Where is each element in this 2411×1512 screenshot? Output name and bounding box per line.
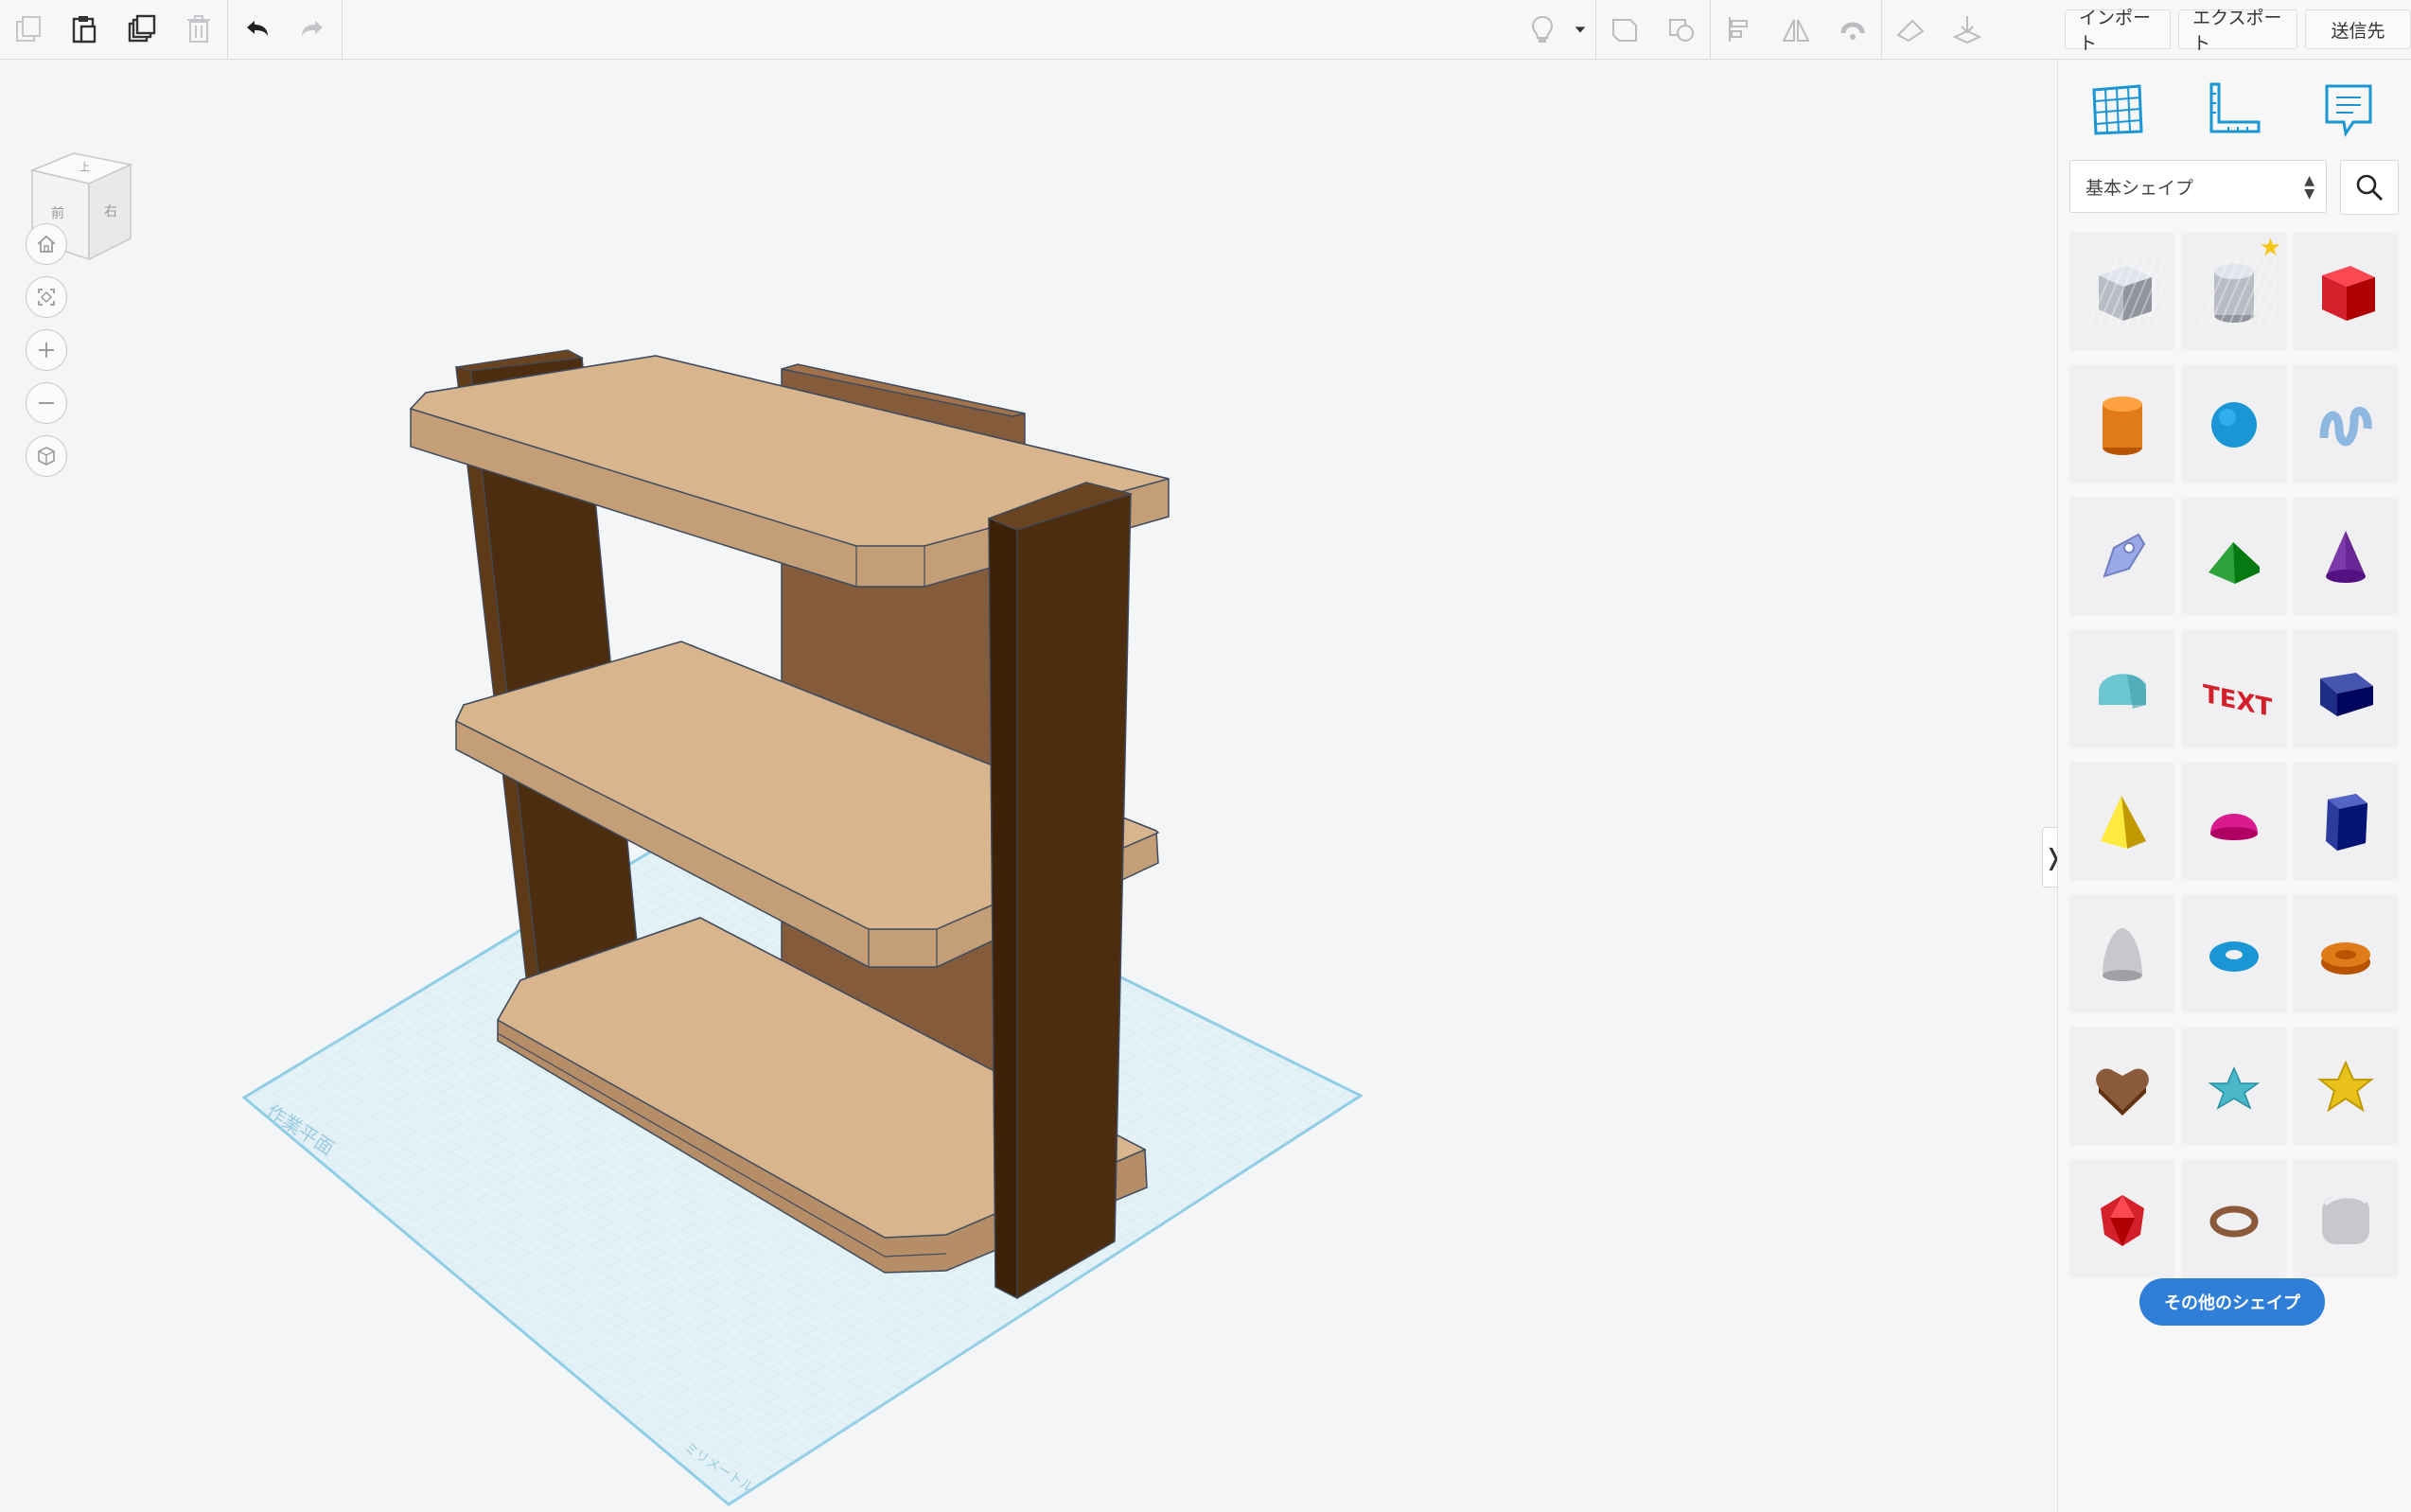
star-thick-shape-icon: [2317, 1060, 2374, 1113]
ring-shape[interactable]: [2181, 1159, 2287, 1278]
roof-shape[interactable]: [2181, 497, 2287, 616]
ruler-icon[interactable]: [2200, 77, 2266, 143]
half-sphere-shape[interactable]: [2181, 762, 2287, 881]
wedge-shape-icon: [2320, 673, 2373, 716]
polygon-shape-icon: [2326, 794, 2367, 851]
sphere-shape-icon: [2211, 402, 2257, 448]
redo-icon[interactable]: [285, 0, 342, 59]
paraboloid-shape-icon: [2103, 928, 2142, 981]
ring-shape-icon: [2209, 1205, 2259, 1238]
group-icon[interactable]: [1596, 0, 1653, 59]
view-cube-front-label: 前: [51, 205, 64, 221]
home-view-button[interactable]: [26, 223, 67, 265]
pyramid-shape-icon: [2101, 796, 2146, 849]
undo-icon[interactable]: [228, 0, 285, 59]
zoom-out-button[interactable]: [26, 382, 67, 424]
home-icon: [37, 235, 56, 253]
zoom-in-icon: [39, 343, 54, 358]
text-shape[interactable]: TEXT: [2181, 629, 2287, 748]
ruler-workplane-icon[interactable]: [1882, 0, 1939, 59]
icosahedron-shape[interactable]: [2069, 1159, 2175, 1278]
edit-tools: [0, 0, 343, 59]
send-to-button[interactable]: 送信先: [2304, 9, 2411, 49]
round-roof-shape-icon: [2099, 674, 2146, 709]
star-thick-shape[interactable]: [2293, 1027, 2399, 1146]
dropdown-caret-icon[interactable]: [1565, 0, 1595, 59]
more-shapes-button[interactable]: その他のシェイプ: [2139, 1278, 2325, 1326]
shape-generator-pen[interactable]: [2069, 497, 2175, 616]
perspective-icon: [38, 447, 55, 466]
magnet-icon[interactable]: [1824, 0, 1881, 59]
delete-icon[interactable]: [170, 0, 227, 59]
view-cube-top-label: 上: [79, 161, 90, 173]
round-roof-shape[interactable]: [2069, 629, 2175, 748]
paraboloid-shape[interactable]: [2069, 894, 2175, 1013]
top-toolbar: [0, 0, 2057, 60]
3d-scene[interactable]: 作業平面 ミリメートル: [0, 60, 2057, 1512]
wedge-shape[interactable]: [2293, 629, 2399, 748]
star-shape[interactable]: [2181, 1027, 2287, 1146]
perspective-button[interactable]: [26, 435, 67, 477]
tube-shape[interactable]: [2293, 894, 2399, 1013]
shape-category-select[interactable]: 基本シェイプ ▲ ▼: [2069, 160, 2327, 213]
box-shape[interactable]: [2293, 232, 2399, 351]
box-hole-shape[interactable]: [2069, 232, 2175, 351]
tube-shape-icon: [2321, 942, 2370, 975]
cone-shape[interactable]: [2293, 497, 2399, 616]
heart-shape[interactable]: [2069, 1027, 2175, 1146]
panel-view-toggles: [2058, 77, 2411, 152]
fit-view-button[interactable]: [26, 276, 67, 318]
cylinder-shape-icon: [2103, 396, 2142, 455]
roof-shape-icon: [2209, 542, 2260, 584]
favorite-star-icon: ★: [2259, 234, 2281, 262]
drop-to-workplane-icon[interactable]: [1939, 0, 1996, 59]
sphere-shape[interactable]: [2181, 364, 2287, 483]
shape-search-button[interactable]: [2340, 160, 2399, 215]
shape-generator-pen-icon: [2103, 533, 2146, 578]
shape-tools: [1520, 0, 1996, 59]
shape-category-value: 基本シェイプ: [2085, 177, 2194, 199]
pyramid-shape[interactable]: [2069, 762, 2175, 881]
paste-icon[interactable]: [57, 0, 114, 59]
shapes-panel: 基本シェイプ ▲ ▼ ★ TEXT その他のシェイプ: [2057, 60, 2411, 1512]
cone-shape-icon: [2326, 531, 2366, 583]
align-icon[interactable]: [1711, 0, 1768, 59]
cylinder-hole-shape[interactable]: ★: [2181, 232, 2287, 351]
view-cube-right-label: 右: [104, 204, 117, 220]
mirror-icon[interactable]: [1768, 0, 1824, 59]
top-actions: インポート エクスポート 送信先: [2057, 0, 2411, 60]
notes-icon[interactable]: [2315, 77, 2382, 143]
svg-text:TEXT: TEXT: [2203, 680, 2272, 723]
torus-shape-icon: [2209, 941, 2259, 972]
duplicate-icon[interactable]: [114, 0, 170, 59]
ungroup-icon[interactable]: [1653, 0, 1710, 59]
grid-view-icon[interactable]: [2085, 77, 2151, 143]
text-shape-icon: TEXT: [2203, 680, 2272, 723]
import-button[interactable]: インポート: [2065, 8, 2172, 54]
polygon-shape[interactable]: [2293, 762, 2399, 881]
select-arrows-icon: ▲ ▼: [2304, 173, 2314, 202]
scribble-shape[interactable]: [2293, 364, 2399, 483]
search-icon: [2356, 174, 2383, 201]
zoom-out-icon: [39, 402, 54, 404]
cylinder-shape[interactable]: [2069, 364, 2175, 483]
workplane-viewport[interactable]: 作業平面 ミリメートル 上 前 右: [0, 60, 2057, 1512]
lightbulb-icon[interactable]: [1520, 0, 1565, 59]
rounded-box-shape[interactable]: [2293, 1159, 2399, 1278]
zoom-in-button[interactable]: [26, 329, 67, 371]
export-button[interactable]: エクスポート: [2178, 8, 2297, 54]
box-hole-shape-icon: [2088, 257, 2165, 325]
half-sphere-shape-icon: [2210, 814, 2258, 840]
icosahedron-shape-icon: [2101, 1195, 2144, 1246]
rounded-box-shape-icon: [2322, 1194, 2369, 1244]
copy-icon[interactable]: [0, 0, 57, 59]
heart-shape-icon: [2096, 1068, 2149, 1116]
box-shape-icon: [2322, 266, 2375, 321]
scribble-shape-icon: [2319, 406, 2372, 447]
fit-icon: [38, 289, 55, 306]
star-shape-icon: [2208, 1066, 2261, 1110]
torus-shape[interactable]: [2181, 894, 2287, 1013]
